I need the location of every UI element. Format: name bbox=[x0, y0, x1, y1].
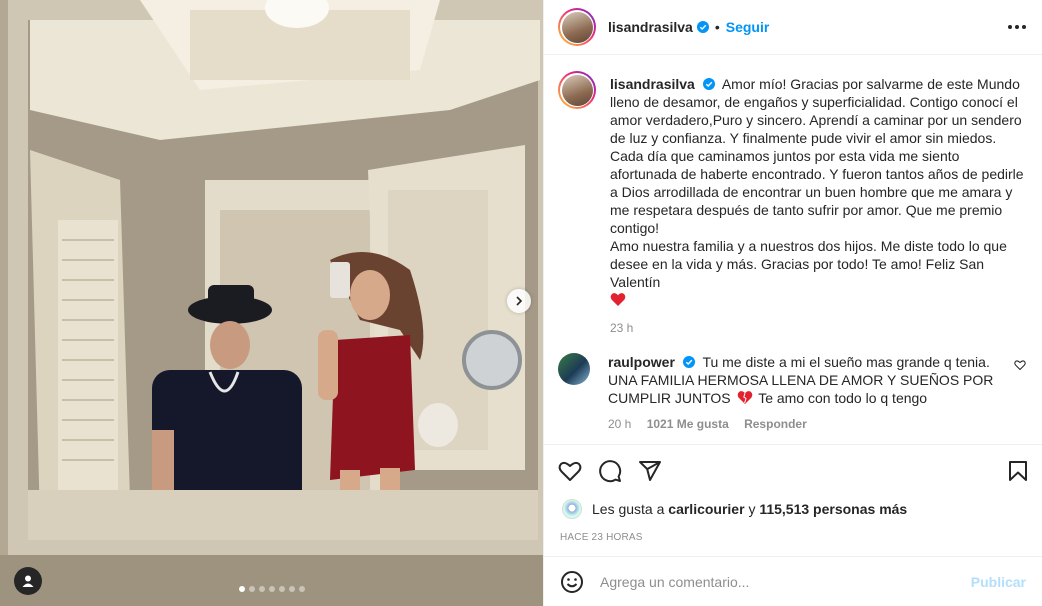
add-comment-bar: Publicar bbox=[544, 556, 1042, 606]
comment-text: raulpower Tu me diste a mi el sueño mas … bbox=[608, 353, 1006, 407]
carousel-dot bbox=[248, 586, 255, 592]
action-bar bbox=[544, 444, 1042, 496]
liker-avatar[interactable] bbox=[562, 499, 582, 519]
carousel-dot bbox=[288, 586, 295, 592]
share-button[interactable] bbox=[638, 459, 662, 483]
comment-body-end: Te amo con todo lo q tengo bbox=[758, 390, 928, 406]
share-icon bbox=[639, 460, 661, 481]
commenter-username[interactable]: raulpower bbox=[608, 354, 675, 370]
broken-heart-emoji-icon bbox=[737, 391, 752, 404]
chevron-right-icon bbox=[516, 296, 523, 306]
caption-body: Amor mío! Gracias por salvarme de este M… bbox=[610, 76, 1024, 236]
caption-username[interactable]: lisandrasilva bbox=[610, 76, 695, 92]
carousel-dot bbox=[258, 586, 265, 592]
heart-icon bbox=[558, 461, 582, 481]
comment-button[interactable] bbox=[598, 459, 622, 483]
carousel-dot bbox=[238, 586, 245, 592]
author-avatar[interactable] bbox=[558, 8, 596, 46]
post-side-panel: lisandrasilva • Seguir lisandrasilva Amo… bbox=[543, 0, 1042, 606]
comment-like-icon[interactable] bbox=[1014, 359, 1026, 371]
comments-section: lisandrasilva Amor mío! Gracias por salv… bbox=[544, 55, 1042, 444]
verified-badge-icon bbox=[696, 21, 709, 33]
author-username[interactable]: lisandrasilva bbox=[608, 19, 693, 35]
publish-button[interactable]: Publicar bbox=[971, 574, 1026, 590]
follow-button[interactable]: Seguir bbox=[726, 19, 770, 35]
reply-button[interactable]: Responder bbox=[744, 417, 807, 431]
comment-input[interactable] bbox=[600, 573, 971, 590]
carousel-dot bbox=[268, 586, 275, 592]
post-photo[interactable] bbox=[0, 0, 543, 606]
post-timestamp[interactable]: HACE 23 HORAS bbox=[544, 532, 1042, 552]
comment-likes[interactable]: 1021 Me gusta bbox=[647, 417, 729, 431]
comment-icon bbox=[599, 459, 622, 482]
caption-meta: 23 h bbox=[610, 321, 1026, 335]
header-separator: • bbox=[714, 19, 720, 35]
verified-badge-icon bbox=[702, 78, 715, 90]
liker-username[interactable]: carlicourier bbox=[668, 501, 744, 517]
next-image-button[interactable] bbox=[507, 289, 531, 313]
likes-prefix: Les gusta a bbox=[592, 501, 665, 517]
comment-meta: 20 h 1021 Me gusta Responder bbox=[608, 417, 1006, 431]
verified-badge-icon bbox=[682, 356, 695, 368]
bookmark-icon bbox=[1009, 460, 1027, 481]
likes-others[interactable]: 115,513 personas más bbox=[759, 501, 907, 517]
carousel-dot bbox=[298, 586, 305, 592]
red-heart-emoji-icon bbox=[610, 293, 626, 306]
commenter-avatar[interactable] bbox=[558, 353, 590, 385]
post-header: lisandrasilva • Seguir bbox=[544, 0, 1042, 55]
comment-time[interactable]: 20 h bbox=[608, 417, 631, 431]
caption-body-2: Amo nuestra familia y a nuestros dos hij… bbox=[610, 238, 1007, 290]
likes-summary: Les gusta a carlicourier y 115,513 perso… bbox=[544, 496, 1042, 522]
caption-avatar[interactable] bbox=[558, 71, 596, 109]
comment-row: raulpower Tu me diste a mi el sueño mas … bbox=[558, 353, 1026, 431]
carousel-indicator bbox=[0, 586, 543, 592]
save-button[interactable] bbox=[1006, 459, 1030, 483]
like-button[interactable] bbox=[558, 459, 582, 483]
instagram-post: lisandrasilva • Seguir lisandrasilva Amo… bbox=[0, 0, 1042, 606]
caption-text: lisandrasilva Amor mío! Gracias por salv… bbox=[610, 75, 1026, 309]
caption-time[interactable]: 23 h bbox=[610, 321, 633, 335]
more-options-icon[interactable] bbox=[1008, 25, 1026, 29]
caption-row: lisandrasilva Amor mío! Gracias por salv… bbox=[558, 71, 1026, 335]
emoji-icon[interactable] bbox=[560, 570, 584, 594]
likes-connector: y bbox=[748, 501, 756, 517]
post-image bbox=[0, 0, 543, 606]
carousel-dot bbox=[278, 586, 285, 592]
